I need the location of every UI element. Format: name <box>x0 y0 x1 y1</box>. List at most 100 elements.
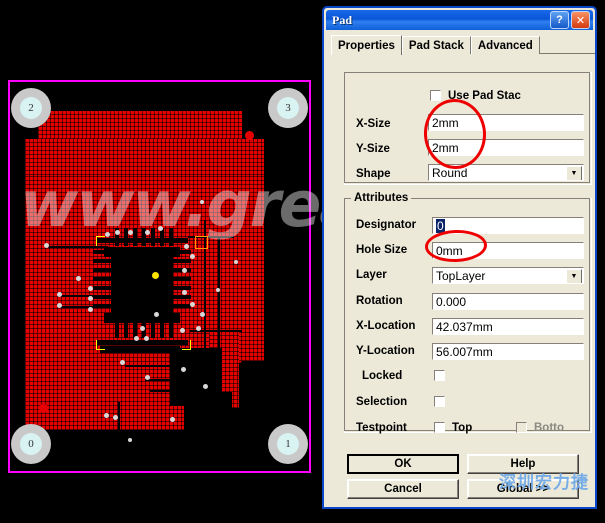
y-size-input[interactable]: 2mm <box>428 139 584 156</box>
designator-value: 0 <box>436 218 445 233</box>
via <box>203 384 208 389</box>
pad-dialog[interactable]: Pad ? ✕ Properties Pad Stack Advanced Us… <box>322 6 597 509</box>
chevron-down-icon[interactable]: ▼ <box>566 269 582 283</box>
testpoint-label: Testpoint <box>356 422 407 434</box>
via <box>128 230 133 235</box>
selected-pad-highlight[interactable] <box>195 236 208 249</box>
shape-label: Shape <box>356 167 391 180</box>
shape-select[interactable]: Round ▼ <box>428 164 584 181</box>
via <box>57 292 62 297</box>
pin <box>173 304 191 308</box>
mount-pad-2[interactable]: 2 <box>11 88 51 128</box>
tab-strip[interactable]: Properties Pad Stack Advanced <box>331 35 595 55</box>
testpoint-bottom-checkbox <box>516 422 527 433</box>
via <box>88 286 93 291</box>
layer-select[interactable]: TopLayer ▼ <box>432 267 584 284</box>
component-pad-row <box>100 346 180 353</box>
pin <box>173 250 191 254</box>
via <box>88 296 93 301</box>
testpoint-top-checkbox[interactable] <box>434 422 445 433</box>
component-pad-row-top <box>104 247 180 257</box>
via <box>190 302 195 307</box>
tab-properties[interactable]: Properties <box>331 35 402 55</box>
ok-button[interactable]: OK <box>347 454 459 474</box>
mount-pad-label: 3 <box>277 97 299 119</box>
mount-pad-1[interactable]: 1 <box>268 424 308 464</box>
pin <box>93 277 111 281</box>
dialog-titlebar[interactable]: Pad ? ✕ <box>326 10 593 30</box>
y-size-row: Y-Size <box>356 140 424 157</box>
via <box>128 438 132 442</box>
selection-checkbox[interactable] <box>434 396 445 407</box>
dialog-watermark: 深圳宏力捷 <box>499 473 589 493</box>
pin <box>173 295 191 299</box>
via <box>154 312 159 317</box>
trace <box>48 246 108 248</box>
tab-pad-stack[interactable]: Pad Stack <box>401 36 471 54</box>
shape-row: Shape <box>356 165 424 182</box>
help-icon[interactable]: ? <box>550 11 569 29</box>
mount-pad-0[interactable]: 0 <box>11 424 51 464</box>
designator-input[interactable]: 0 <box>432 217 584 234</box>
via <box>57 303 62 308</box>
via <box>76 276 81 281</box>
pin <box>115 320 119 338</box>
silkscreen-marker <box>182 340 191 350</box>
pin <box>160 320 164 338</box>
x-size-row: X-Size <box>356 115 424 132</box>
x-size-label: X-Size <box>356 117 391 130</box>
selection-label: Selection <box>356 396 408 408</box>
via <box>113 415 118 420</box>
use-pad-stack-checkbox[interactable] <box>430 90 441 101</box>
testpoint-bottom-label: Botto <box>534 422 565 434</box>
locked-checkbox[interactable] <box>434 370 445 381</box>
pin-bar <box>96 340 188 345</box>
use-pad-stack-row[interactable]: Use Pad Stac <box>430 87 521 104</box>
x-size-input[interactable]: 2mm <box>428 114 584 131</box>
via <box>145 230 150 235</box>
via <box>182 290 187 295</box>
cancel-button[interactable]: Cancel <box>347 479 459 499</box>
via <box>140 326 145 331</box>
pin <box>93 250 111 254</box>
via <box>120 360 125 365</box>
via <box>144 336 149 341</box>
via <box>105 232 110 237</box>
silkscreen-marker <box>96 340 105 350</box>
via <box>190 254 195 259</box>
cursor-origin-marker <box>152 272 159 279</box>
pin <box>151 320 155 338</box>
via <box>44 243 49 248</box>
mount-pad-label: 0 <box>20 433 42 455</box>
layer-label: Layer <box>356 269 387 281</box>
chevron-down-icon[interactable]: ▼ <box>566 166 582 180</box>
tab-strip-filler <box>539 36 595 54</box>
pin <box>173 277 191 281</box>
via <box>104 413 109 418</box>
close-icon[interactable]: ✕ <box>571 11 590 29</box>
pin <box>151 228 155 246</box>
silkscreen-marker <box>96 236 105 246</box>
via <box>115 230 120 235</box>
pin <box>124 320 128 338</box>
tab-advanced[interactable]: Advanced <box>470 36 540 54</box>
via <box>158 226 163 231</box>
mount-pad-3[interactable]: 3 <box>268 88 308 128</box>
via-red <box>39 404 48 413</box>
via <box>145 375 150 380</box>
pin <box>173 286 191 290</box>
x-location-input[interactable]: 42.037mm <box>432 318 584 335</box>
pin <box>93 286 111 290</box>
y-size-label: Y-Size <box>356 142 390 155</box>
via <box>196 326 201 331</box>
locked-label: Locked <box>362 370 403 382</box>
component-body <box>111 254 173 316</box>
y-location-input[interactable]: 56.007mm <box>432 343 584 360</box>
trace <box>218 238 220 356</box>
attributes-group-label: Attributes <box>351 192 412 204</box>
x-location-label: X-Location <box>356 320 416 332</box>
via <box>184 244 189 249</box>
rotation-input[interactable]: 0.000 <box>432 293 584 310</box>
rotation-label: Rotation <box>356 295 403 307</box>
hole-size-input[interactable]: 0mm <box>432 242 584 259</box>
